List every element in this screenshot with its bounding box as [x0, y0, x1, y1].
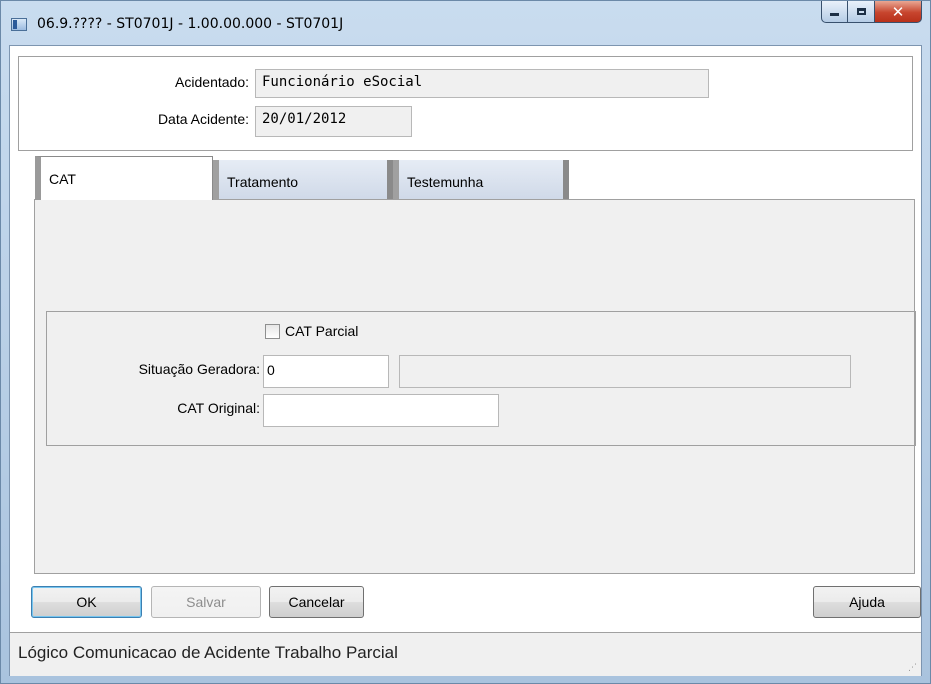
minimize-button[interactable]: [821, 1, 848, 23]
app-window-icon[interactable]: [11, 18, 27, 31]
cat-parcial-checkbox[interactable]: [265, 324, 280, 339]
acidentado-label: Acidentado:: [175, 74, 249, 90]
close-icon: ✕: [891, 2, 905, 21]
maximize-icon: [856, 8, 866, 15]
application-window: 06.9.???? - ST0701J - 1.00.00.000 - ST07…: [0, 0, 931, 684]
cancelar-button[interactable]: Cancelar: [269, 586, 364, 618]
cancelar-button-label: Cancelar: [288, 594, 345, 610]
accident-header-panel: Acidentado: Funcionário eSocial Data Aci…: [18, 56, 913, 151]
acidentado-field: Funcionário eSocial: [255, 69, 709, 98]
ajuda-button-label: Ajuda: [849, 594, 885, 610]
tab-testemunha[interactable]: Testemunha: [393, 160, 569, 200]
ajuda-button[interactable]: Ajuda: [813, 586, 921, 618]
window-controls: ✕: [821, 1, 922, 23]
ok-button[interactable]: OK: [31, 586, 142, 618]
window-title: 06.9.???? - ST0701J - 1.00.00.000 - ST07…: [37, 16, 344, 32]
salvar-button-label: Salvar: [186, 594, 226, 610]
client-area: Acidentado: Funcionário eSocial Data Aci…: [9, 45, 922, 676]
resize-grip-icon[interactable]: ⋰: [908, 663, 918, 673]
tab-cat[interactable]: CAT: [35, 156, 213, 200]
ok-button-label: OK: [76, 594, 97, 610]
cat-original-label: CAT Original:: [177, 400, 260, 416]
data-acidente-field: 20/01/2012: [255, 106, 412, 137]
title-bar[interactable]: 06.9.???? - ST0701J - 1.00.00.000 - ST07…: [1, 1, 930, 45]
situacao-geradora-label: Situação Geradora:: [138, 361, 260, 377]
tab-tratamento-label: Tratamento: [227, 174, 299, 190]
data-acidente-label: Data Acidente:: [157, 111, 249, 127]
maximize-button[interactable]: [848, 1, 875, 23]
cat-details-group: CAT Parcial Situação Geradora: 0 CAT Ori…: [46, 311, 916, 446]
cat-original-input[interactable]: [263, 394, 499, 427]
close-button[interactable]: ✕: [875, 1, 922, 23]
status-text: Lógico Comunicacao de Acidente Trabalho …: [18, 643, 398, 662]
situacao-geradora-input[interactable]: 0: [263, 355, 389, 388]
status-bar: Lógico Comunicacao de Acidente Trabalho …: [10, 632, 921, 676]
tab-testemunha-label: Testemunha: [407, 174, 484, 190]
salvar-button[interactable]: Salvar: [151, 586, 261, 618]
cat-tab-pane: CAT Parcial Situação Geradora: 0 CAT Ori…: [34, 199, 916, 574]
tab-tratamento[interactable]: Tratamento: [213, 160, 393, 200]
situacao-geradora-description: [399, 355, 851, 388]
cat-parcial-label[interactable]: CAT Parcial: [285, 323, 358, 339]
tab-cat-label: CAT: [49, 171, 76, 187]
minimize-icon: [830, 13, 839, 16]
